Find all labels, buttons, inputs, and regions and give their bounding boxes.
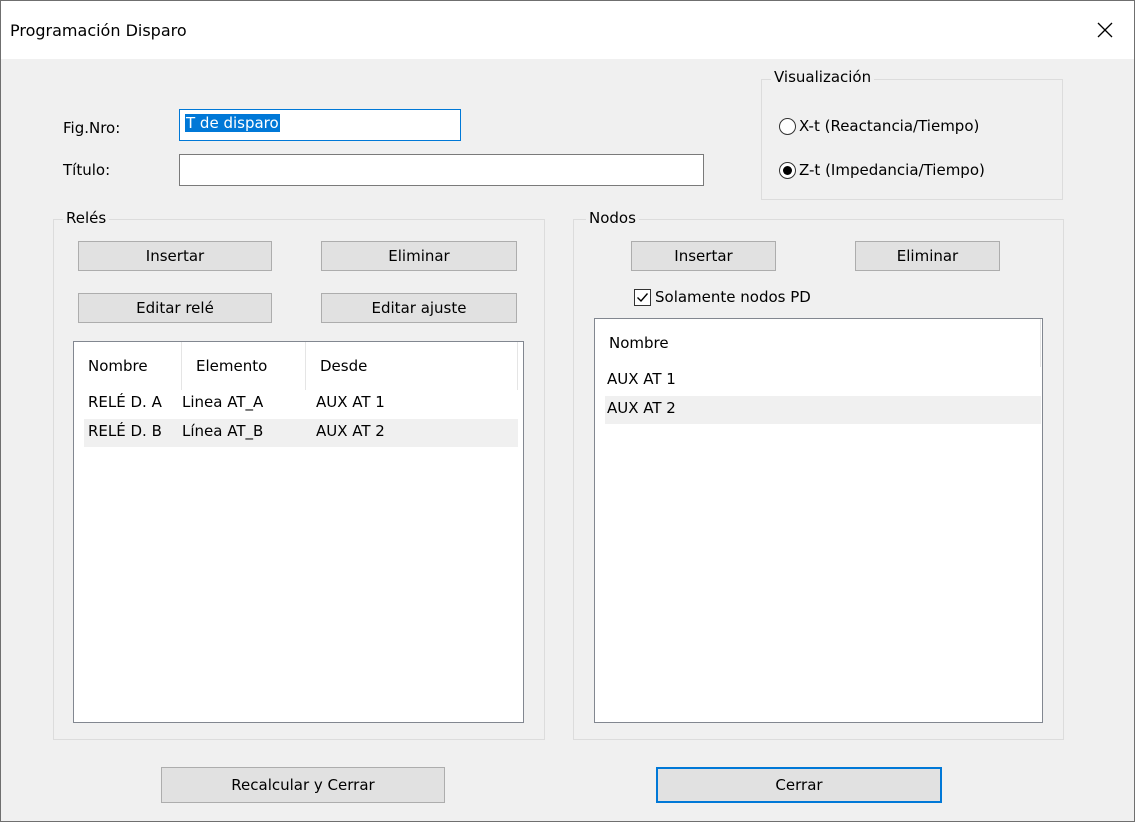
nodos-legend: Nodos <box>586 209 639 227</box>
radio-xt-label: X-t (Reactancia/Tiempo) <box>799 117 980 135</box>
list-item[interactable]: AUX AT 2 <box>605 396 1041 424</box>
nodos-listview[interactable]: Nombre AUX AT 1 AUX AT 2 <box>594 318 1043 723</box>
checkmark-icon <box>637 292 649 302</box>
table-row[interactable]: RELÉ D. B Línea AT_B AUX AT 2 <box>84 419 518 447</box>
visualizacion-legend: Visualización <box>771 68 875 86</box>
dialog-window: Programación Disparo Fig.Nro: T de dispa… <box>0 0 1135 822</box>
solamente-nodos-pd-checkbox[interactable]: Solamente nodos PD <box>634 288 811 306</box>
list-item[interactable]: AUX AT 1 <box>605 367 1041 395</box>
editar-rele-button[interactable]: Editar relé <box>78 293 272 323</box>
nodos-eliminar-button[interactable]: Eliminar <box>855 241 1000 271</box>
window-title: Programación Disparo <box>10 21 187 40</box>
close-icon <box>1097 22 1113 38</box>
table-row[interactable]: RELÉ D. A Linea AT_A AUX AT 1 <box>84 390 518 418</box>
column-header-desde[interactable]: Desde <box>306 342 518 390</box>
editar-ajuste-button[interactable]: Editar ajuste <box>321 293 517 323</box>
radio-zt[interactable]: Z-t (Impedancia/Tiempo) <box>779 161 985 179</box>
cell-desde: AUX AT 2 <box>316 422 385 440</box>
radio-xt-circle <box>779 117 796 135</box>
recalcular-y-cerrar-button[interactable]: Recalcular y Cerrar <box>161 767 445 803</box>
column-header-nombre[interactable]: Nombre <box>595 319 1041 367</box>
radio-zt-circle <box>779 161 796 179</box>
reles-eliminar-button[interactable]: Eliminar <box>321 241 517 271</box>
fig-nro-value: T de disparo <box>185 114 280 132</box>
checkbox-box <box>634 288 651 306</box>
reles-legend: Relés <box>63 209 110 227</box>
cell-nombre: RELÉ D. B <box>88 422 162 440</box>
column-header-elemento[interactable]: Elemento <box>182 342 306 390</box>
nodo-name: AUX AT 1 <box>607 370 676 388</box>
radio-xt[interactable]: X-t (Reactancia/Tiempo) <box>779 117 979 135</box>
titulo-input[interactable] <box>179 154 704 186</box>
column-header-nombre[interactable]: Nombre <box>74 342 182 390</box>
cell-elemento: Línea AT_B <box>182 422 264 440</box>
cerrar-button[interactable]: Cerrar <box>656 767 942 803</box>
nodo-name: AUX AT 2 <box>607 399 676 417</box>
fig-nro-input[interactable]: T de disparo <box>179 109 461 141</box>
reles-listview[interactable]: Nombre Elemento Desde RELÉ D. A Linea AT… <box>73 341 524 723</box>
radio-zt-label: Z-t (Impedancia/Tiempo) <box>799 161 985 179</box>
cell-nombre: RELÉ D. A <box>88 393 162 411</box>
cell-desde: AUX AT 1 <box>316 393 385 411</box>
close-button[interactable] <box>1076 1 1134 59</box>
fig-nro-label: Fig.Nro: <box>63 119 121 137</box>
reles-insertar-button[interactable]: Insertar <box>78 241 272 271</box>
title-bar: Programación Disparo <box>1 1 1134 59</box>
nodos-insertar-button[interactable]: Insertar <box>631 241 776 271</box>
checkbox-label: Solamente nodos PD <box>655 288 811 306</box>
titulo-label: Título: <box>63 161 111 179</box>
cell-elemento: Linea AT_A <box>182 393 264 411</box>
visualizacion-group <box>761 79 1063 200</box>
